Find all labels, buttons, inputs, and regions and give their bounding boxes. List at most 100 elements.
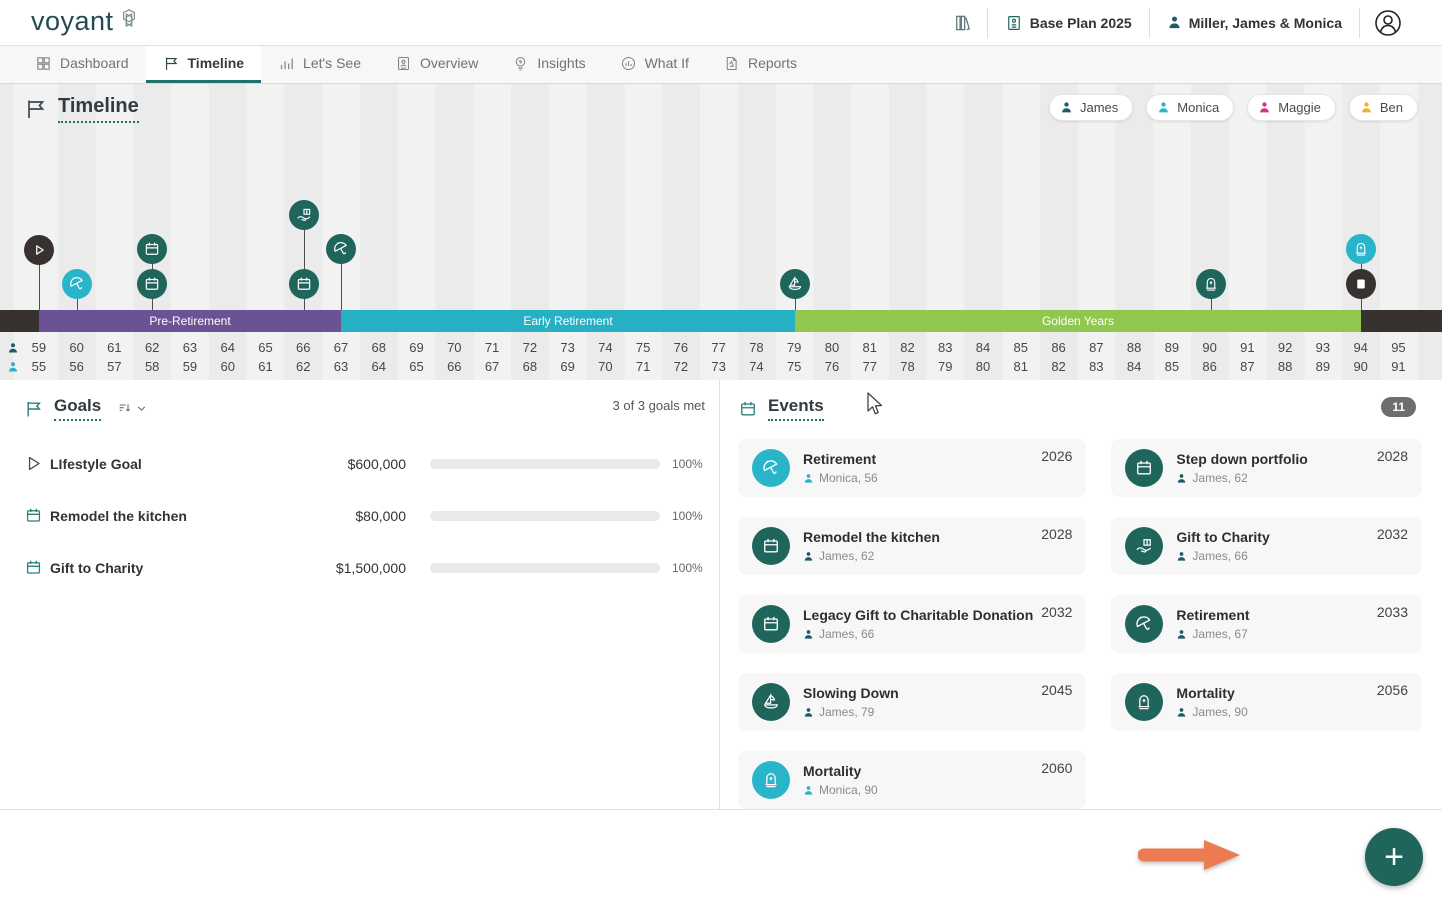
event-card-step-down-portfolio[interactable]: Step down portfolio James, 62 2028 [1111,439,1422,497]
client-label: Miller, James & Monica [1189,15,1342,31]
add-event-button[interactable]: + [1365,828,1423,886]
goal-percent: 100% [672,561,703,575]
person-chip-ben[interactable]: Ben [1349,94,1418,121]
event-cards: Retirement Monica, 56 2026 Step down por… [738,439,1422,809]
app-header: voyant Base Plan 2025 Miller, James & Mo… [0,0,1442,46]
age-cell: 69 [398,338,436,357]
goal-row-remodel-kitchen[interactable]: Remodel the kitchen $80,000 100% [24,506,705,525]
age-cell: 85 [1153,357,1191,376]
phase-label: Golden Years [1042,314,1114,328]
goal-progress-bar [430,563,660,573]
client-selector[interactable]: Miller, James & Monica [1150,0,1359,45]
plan-selector[interactable]: Base Plan 2025 [988,0,1149,45]
timeline-title: Timeline [24,95,139,123]
age-cell: 91 [1229,338,1267,357]
age-cell: 95 [1380,338,1418,357]
phase-label: Early Retirement [523,314,612,328]
event-card-legacy-gift[interactable]: Legacy Gift to Charitable Donation James… [738,595,1086,653]
tab-reports[interactable]: Reports [706,46,814,83]
person-icon [803,785,814,796]
event-person: James, 79 [803,705,1033,719]
tombstone-icon [752,761,790,799]
event-person-label: James, 79 [819,705,874,719]
tab-lets-see[interactable]: Let's See [261,46,378,83]
timeline-start-marker[interactable] [24,235,54,265]
event-person-label: James, 62 [1192,471,1247,485]
tab-label: Timeline [188,55,245,71]
event-card-mortality-monica[interactable]: Mortality Monica, 90 2060 [738,751,1086,809]
events-panel: Events 11 Retirement Monica, 56 2026 [720,380,1442,809]
marker-legacy-gift[interactable] [289,200,319,230]
goal-label: Remodel the kitchen [50,508,280,524]
calendar-icon [295,275,313,293]
goals-panel: Goals 3 of 3 goals met LIfestyle Goal $6… [0,380,720,809]
goal-row-lifestyle[interactable]: LIfestyle Goal $600,000 100% [24,454,705,473]
person-chip-james[interactable]: James [1049,94,1133,121]
person-chip-monica[interactable]: Monica [1146,94,1234,121]
age-cell: 81 [851,338,889,357]
goal-row-gift-to-charity[interactable]: Gift to Charity $1,500,000 100% [24,558,705,577]
tab-what-if[interactable]: What If [603,46,706,83]
event-card-slowing-down[interactable]: Slowing Down James, 79 2045 [738,673,1086,731]
phase-early-retirement[interactable]: Early Retirement [341,310,795,332]
age-cell: 91 [1380,357,1418,376]
goals-header: Goals [24,396,705,421]
age-cell: 65 [398,357,436,376]
age-cell: 75 [775,357,813,376]
marker-retirement-monica[interactable] [62,269,92,299]
marker-mortality-james[interactable] [1196,269,1226,299]
phase-golden-years[interactable]: Golden Years [795,310,1361,332]
marker-retirement-james[interactable] [326,234,356,264]
content-panels: Goals 3 of 3 goals met LIfestyle Goal $6… [0,380,1442,810]
goals-title: Goals [54,396,101,421]
age-cell: 66 [284,338,322,357]
chip-label: Maggie [1278,100,1321,115]
profile-icon[interactable] [1360,0,1416,45]
tab-dashboard[interactable]: Dashboard [18,46,146,83]
phase-pre-retirement[interactable]: Pre-Retirement [39,310,341,332]
person-icon [1176,473,1187,484]
age-cell: 82 [889,338,927,357]
age-cell: 86 [1191,357,1229,376]
age-cell: 77 [851,357,889,376]
timeline-end-marker[interactable] [1346,269,1376,299]
person-chip-maggie[interactable]: Maggie [1247,94,1336,121]
goal-amount: $600,000 [280,456,406,472]
age-cell: 72 [662,357,700,376]
marker-step-down-portfolio[interactable] [137,234,167,264]
age-cell: 88 [1266,357,1304,376]
tab-overview[interactable]: Overview [378,46,495,83]
marker-mortality-monica[interactable] [1346,234,1376,264]
marker-slowing-down[interactable] [780,269,810,299]
tab-insights[interactable]: Insights [495,46,602,83]
event-card-retirement-2026[interactable]: Retirement Monica, 56 2026 [738,439,1086,497]
event-card-remodel-kitchen[interactable]: Remodel the kitchen James, 62 2028 [738,517,1086,575]
bar-chart-icon [278,55,295,72]
age-cell: 65 [247,338,285,357]
event-card-mortality-james[interactable]: Mortality James, 90 2056 [1111,673,1422,731]
event-year: 2032 [1377,526,1408,542]
marker-gift-to-charity[interactable] [289,269,319,299]
library-icon[interactable] [939,0,987,45]
voyant-logo: voyant [31,6,142,39]
age-cell: 84 [1115,357,1153,376]
calendar-icon [24,558,50,577]
marker-remodel-kitchen[interactable] [137,269,167,299]
age-cell: 93 [1304,338,1342,357]
age-cell: 74 [738,357,776,376]
tab-timeline[interactable]: Timeline [146,46,262,83]
goals-sort-control[interactable] [117,401,148,417]
event-card-retirement-2033[interactable]: Retirement James, 67 2033 [1111,595,1422,653]
goal-percent: 100% [672,509,703,523]
age-cell: 66 [435,357,473,376]
person-icon [1176,707,1187,718]
age-cell: 89 [1304,357,1342,376]
age-cell: 61 [247,357,285,376]
sailboat-icon [752,683,790,721]
age-cell: 60 [209,357,247,376]
age-cell: 62 [284,357,322,376]
age-cell: 69 [549,357,587,376]
calendar-icon [752,605,790,643]
age-cell: 76 [662,338,700,357]
event-card-gift-to-charity[interactable]: Gift to Charity James, 66 2032 [1111,517,1422,575]
